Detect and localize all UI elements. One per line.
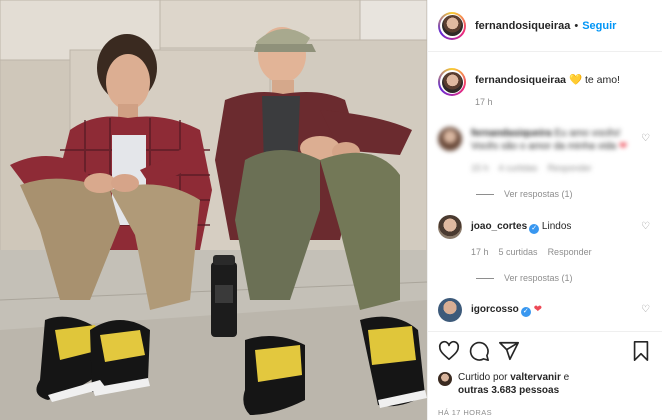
replies-line: [476, 193, 494, 195]
commenter-avatar[interactable]: [438, 127, 462, 151]
liked-by: Curtido por valtervanir e outras 3.683 p…: [438, 371, 652, 397]
bookmark-icon[interactable]: [630, 340, 652, 362]
comment-time: 15 h: [471, 163, 489, 173]
caption-username[interactable]: fernandosiqueiraa: [475, 74, 566, 86]
view-replies-button[interactable]: Ver respostas (1): [476, 273, 652, 283]
caption-time: 17 h: [475, 97, 493, 107]
author-username[interactable]: fernandosiqueiraa: [475, 20, 570, 32]
heart-icon[interactable]: [438, 340, 460, 362]
caption-text: te amo!: [584, 74, 620, 86]
post-side-panel: fernandosiqueiraa • Seguir fernandosique…: [427, 0, 662, 420]
action-bar: [438, 340, 652, 362]
liker-avatar[interactable]: [438, 372, 452, 386]
post-footer: Curtido por valtervanir e outras 3.683 p…: [428, 331, 662, 420]
liked-by-count[interactable]: outras 3.683 pessoas: [458, 385, 559, 396]
commenter-avatar[interactable]: [438, 298, 462, 322]
comment-likes[interactable]: 4 curtidas: [499, 162, 538, 175]
red-heart-emoji: ❤: [618, 141, 628, 152]
comment-like-icon[interactable]: ♡: [641, 304, 650, 315]
caption-author-avatar[interactable]: [438, 68, 466, 96]
liked-by-text: Curtido por valtervanir e outras 3.683 p…: [458, 371, 569, 397]
comment-username[interactable]: joao_cortes: [471, 221, 527, 232]
author-avatar[interactable]: [438, 11, 466, 40]
comments-list[interactable]: fernandosiqueiraa 💛 te amo! 17 h fernand…: [428, 53, 662, 331]
comment-item: joao_cortes ✓ Lindos 17 h 5 curtidas Resp…: [438, 215, 652, 259]
comment-text: ❤: [533, 304, 542, 315]
post-timestamp[interactable]: HÁ 17 HORAS: [438, 408, 652, 417]
reply-button[interactable]: Responder: [548, 162, 592, 175]
commenter-avatar[interactable]: [438, 215, 462, 239]
view-replies-label: Ver respostas (1): [504, 189, 573, 199]
comment-item: fernandasiqueira Eu amo vocês! Vocês são…: [438, 127, 652, 175]
comment-meta: 15 h 4 curtidas Responder: [471, 162, 634, 175]
comment-text: Lindos: [541, 221, 572, 232]
comment-like-icon[interactable]: ♡: [641, 221, 650, 232]
yellow-heart-emoji: 💛: [568, 74, 583, 86]
header-separator: •: [574, 19, 579, 32]
comment-time: 17 h: [471, 247, 489, 257]
verified-badge-icon: ✓: [520, 307, 531, 317]
liked-by-prefix: Curtido por: [458, 372, 508, 383]
reply-button[interactable]: Responder: [548, 246, 592, 259]
view-replies-label: Ver respostas (1): [504, 273, 573, 283]
comment-content: joao_cortes ✓ Lindos: [471, 220, 634, 234]
comment-meta: 17 h 5 curtidas Responder: [471, 246, 634, 259]
comment-like-icon[interactable]: ♡: [641, 133, 650, 144]
post-caption: fernandosiqueiraa 💛 te amo! 17 h: [438, 68, 652, 109]
post-photo-image: [0, 0, 427, 420]
share-icon[interactable]: [498, 340, 520, 362]
comment-content: fernandasiqueira Eu amo vocês! Vocês são…: [471, 127, 634, 153]
view-replies-button[interactable]: Ver respostas (1): [476, 189, 652, 199]
post-photo[interactable]: [0, 0, 427, 420]
comment-likes[interactable]: 5 curtidas: [499, 246, 538, 259]
follow-button[interactable]: Seguir: [582, 20, 616, 32]
post-header: fernandosiqueiraa • Seguir: [428, 0, 662, 52]
comment-username[interactable]: fernandasiqueira: [471, 128, 552, 139]
comment-username[interactable]: igorcosso: [471, 304, 519, 315]
verified-badge-icon: ✓: [529, 224, 540, 234]
liked-by-user[interactable]: valtervanir: [510, 372, 561, 383]
comment-icon[interactable]: [468, 340, 490, 362]
replies-line: [476, 277, 494, 279]
liked-by-mid: e: [563, 372, 570, 383]
comment-item: igorcosso ✓ ❤ ♡: [438, 298, 652, 322]
